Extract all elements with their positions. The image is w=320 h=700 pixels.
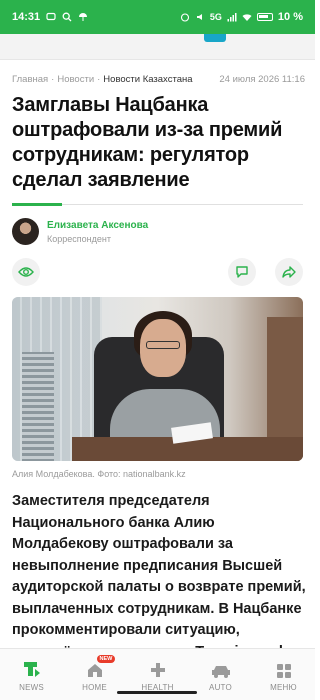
- author-name[interactable]: Елизавета Аксенова: [47, 220, 148, 231]
- nav-home-label: HOME: [82, 683, 107, 692]
- network-type: 5G: [209, 12, 222, 22]
- comment-icon: [236, 266, 248, 278]
- top-ad-banner[interactable]: [0, 34, 315, 60]
- grid-menu-icon: [276, 664, 291, 678]
- tengri-logo-icon: [23, 662, 40, 677]
- status-time: 14:31: [12, 11, 41, 23]
- breadcrumb: Главная · Новости · Новости Казахстана 2…: [12, 74, 305, 85]
- chat-icon: [46, 12, 56, 21]
- flag-icon: [204, 34, 226, 42]
- nav-menu-label: МЕНЮ: [270, 683, 297, 692]
- battery-icon: [256, 13, 273, 21]
- status-bar: 14:31 5G 10 %: [0, 0, 315, 34]
- alarm-icon: [180, 13, 189, 22]
- search-icon: [62, 12, 72, 22]
- mute-icon: [196, 14, 202, 20]
- photo-person-glasses: [146, 341, 180, 349]
- new-badge: NEW: [96, 655, 116, 663]
- wifi-icon: [242, 14, 252, 21]
- comments-button[interactable]: [228, 258, 256, 286]
- author-block[interactable]: Елизавета Аксенова Корреспондент: [12, 218, 148, 245]
- title-divider-accent: [12, 203, 62, 206]
- umbrella-icon: [79, 13, 88, 21]
- article-photo[interactable]: [12, 297, 303, 461]
- article-actions: [12, 258, 303, 286]
- eye-icon: [18, 267, 34, 277]
- bottom-nav: NEWS NEW HOME HEALTH AUTO МЕНЮ: [0, 648, 315, 700]
- breadcrumb-separator: ·: [97, 74, 101, 85]
- nav-auto[interactable]: AUTO: [189, 649, 252, 700]
- signal-icon: [227, 13, 237, 22]
- breadcrumb-news[interactable]: Новости: [57, 74, 94, 85]
- views-button[interactable]: [12, 258, 40, 286]
- breadcrumb-kazakhstan-news[interactable]: Новости Казахстана: [103, 74, 192, 85]
- nav-auto-label: AUTO: [209, 683, 232, 692]
- nav-news-label: NEWS: [19, 683, 44, 692]
- article-date: 24 июля 2026 11:16: [219, 74, 305, 85]
- article-title: Замглавы Нацбанка оштрафовали из-за прем…: [12, 94, 283, 191]
- article-lead: Заместителя председателя Национального б…: [12, 493, 306, 651]
- share-button[interactable]: [275, 258, 303, 286]
- battery-percent: 10 %: [277, 11, 303, 23]
- breadcrumb-separator: ·: [51, 74, 55, 85]
- nav-menu[interactable]: МЕНЮ: [252, 649, 315, 700]
- author-role: Корреспондент: [47, 233, 111, 244]
- share-icon: [282, 266, 296, 278]
- photo-building: [22, 352, 54, 461]
- breadcrumb-home[interactable]: Главная: [12, 74, 48, 85]
- gesture-home-indicator[interactable]: [117, 691, 197, 694]
- house-icon: [87, 664, 102, 677]
- nav-news[interactable]: NEWS: [0, 649, 63, 700]
- car-icon: [211, 666, 230, 678]
- photo-caption: Алия Молдабекова. Фото: nationalbank.kz: [12, 469, 186, 479]
- author-avatar[interactable]: [12, 218, 39, 245]
- health-cross-icon: [150, 663, 165, 677]
